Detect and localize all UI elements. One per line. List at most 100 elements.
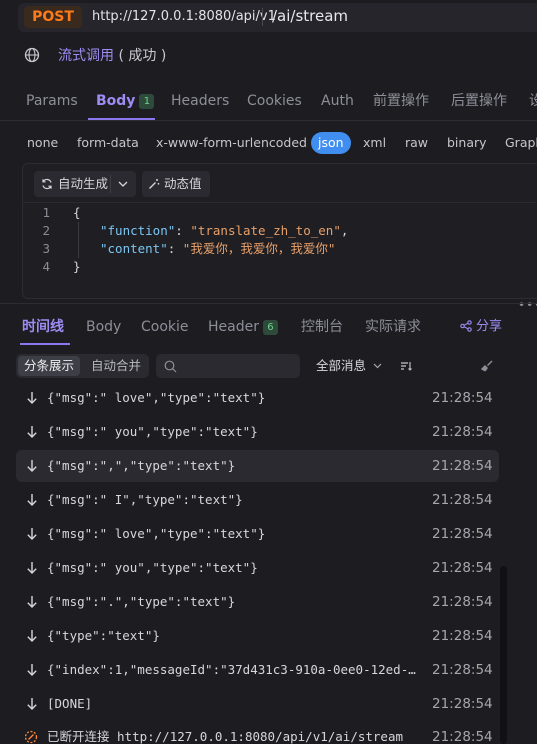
event-time: 21:28:54: [432, 628, 493, 644]
resize-handle-icon[interactable]: •••: [518, 298, 537, 312]
comma: ,: [340, 223, 349, 238]
tab-pre-processors[interactable]: 前置操作: [373, 88, 429, 114]
tab-settings[interactable]: 设: [529, 88, 537, 114]
tab-console[interactable]: 控制台: [301, 315, 343, 339]
json-value-content: "我爱你，我爱你，我爱你": [182, 241, 336, 256]
url-path-input[interactable]: /ai/stream: [272, 5, 348, 27]
timeline-event-row[interactable]: {"msg":" love","type":"text"} 21:28:54: [16, 518, 499, 550]
sort-icon[interactable]: [400, 360, 412, 372]
tab-actual-request[interactable]: 实际请求: [365, 315, 421, 339]
code-line-2[interactable]: "function": "translate_zh_to_en",: [100, 222, 348, 240]
doc-name[interactable]: 流式调用: [58, 48, 114, 64]
arrow-down-icon: [27, 562, 37, 574]
url-divider: [262, 8, 263, 26]
message-filter-label: 全部消息: [316, 358, 367, 373]
event-time: 21:28:54: [432, 729, 493, 744]
tab-response-cookie[interactable]: Cookie: [141, 315, 189, 339]
timeline-event-row[interactable]: {"msg":" love","type":"text"} 21:28:54: [16, 382, 499, 414]
close-brace: }: [73, 259, 81, 274]
body-type-xml[interactable]: xml: [363, 133, 386, 153]
tab-response-body[interactable]: Body: [86, 315, 121, 339]
line-number: 1: [42, 205, 50, 220]
timeline-event-row[interactable]: {"index":1,"messageId":"37d431c3-910a-0e…: [16, 654, 499, 686]
body-type-none[interactable]: none: [27, 133, 58, 153]
method-select[interactable]: POST: [24, 6, 82, 28]
event-time: 21:28:54: [432, 424, 493, 440]
timeline-event-row[interactable]: {"msg":" you","type":"text"} 21:28:54: [16, 416, 499, 448]
body-count-badge: 1: [139, 94, 155, 109]
event-message: {"type":"text"}: [47, 628, 160, 643]
body-type-form-data[interactable]: form-data: [77, 133, 139, 153]
arrow-down-icon: [27, 392, 37, 404]
timeline-event-row[interactable]: {"type":"text"} 21:28:54: [16, 620, 499, 652]
arrow-down-icon: [27, 664, 37, 676]
search-input[interactable]: [156, 354, 300, 378]
tab-response-header[interactable]: Header 6: [208, 315, 278, 339]
arrow-down-icon: [27, 630, 37, 642]
request-tabs: Params Body 1 Headers Cookies Auth 前置操作 后…: [0, 88, 537, 118]
event-message: {"msg":".","type":"text"}: [47, 594, 236, 609]
event-time: 21:28:54: [432, 526, 493, 542]
arrow-down-icon: [27, 494, 37, 506]
tab-body[interactable]: Body 1: [96, 88, 155, 114]
tab-auth[interactable]: Auth: [321, 88, 354, 114]
share-button[interactable]: 分享: [460, 315, 502, 339]
split-view-button[interactable]: 分条展示: [18, 356, 80, 376]
base-url[interactable]: http://127.0.0.1:8080/api/v1: [92, 7, 276, 27]
indent-guide: [78, 222, 79, 258]
timeline-event-row[interactable]: {"msg":" I","type":"text"} 21:28:54: [16, 484, 499, 516]
timeline-event-row[interactable]: [DONE] 21:28:54: [16, 688, 499, 720]
message-filter-select[interactable]: 全部消息: [316, 356, 382, 376]
broom-icon[interactable]: [480, 359, 494, 373]
code-line-3[interactable]: "content": "我爱你，我爱你，我爱你": [100, 240, 335, 258]
timeline-event-row[interactable]: {"msg":" you","type":"text"} 21:28:54: [16, 552, 499, 584]
dynamic-value-label: 动态值: [164, 176, 202, 191]
json-key-function: "function": [100, 223, 176, 238]
open-brace: {: [73, 205, 81, 220]
tab-headers[interactable]: Headers: [171, 88, 229, 114]
body-type-binary[interactable]: binary: [447, 133, 487, 153]
dynamic-value-button[interactable]: 动态值: [142, 171, 210, 197]
body-type-graphql[interactable]: Graph: [505, 133, 537, 153]
event-message: {"msg":" you","type":"text"}: [47, 560, 258, 575]
tab-response-header-label: Header: [208, 319, 259, 335]
event-message: {"msg":",","type":"text"}: [47, 458, 236, 473]
merge-view-button[interactable]: 自动合并: [86, 356, 146, 376]
arrow-down-icon: [27, 426, 37, 438]
tab-params[interactable]: Params: [26, 88, 78, 114]
search-icon: [164, 360, 177, 373]
divider: [0, 120, 537, 121]
event-message: {"msg":" I","type":"text"}: [47, 492, 243, 507]
event-message: {"msg":" love","type":"text"}: [47, 390, 266, 405]
body-type-json[interactable]: json: [311, 132, 351, 154]
colon: :: [175, 223, 191, 238]
share-icon: [460, 320, 472, 332]
tab-timeline[interactable]: 时间线: [22, 315, 64, 339]
doc-title[interactable]: 流式调用 ( 成功 ): [58, 45, 166, 67]
disconnect-row[interactable]: 已断开连接 http://127.0.0.1:8080/api/v1/ai/st…: [16, 721, 499, 744]
code-line-4[interactable]: }: [73, 258, 81, 276]
auto-generate-button[interactable]: 自动生成: [34, 171, 136, 197]
divider: [0, 303, 537, 304]
event-time: 21:28:54: [432, 696, 493, 712]
event-time: 21:28:54: [432, 662, 493, 678]
body-type-raw[interactable]: raw: [405, 133, 428, 153]
chevron-down-icon[interactable]: [118, 181, 128, 187]
event-message: [DONE]: [47, 696, 93, 711]
timeline-event-row[interactable]: {"msg":",","type":"text"} 21:28:54: [16, 450, 499, 482]
json-key-content: "content": [100, 241, 168, 256]
tab-cookies[interactable]: Cookies: [247, 88, 302, 114]
list-scrollbar[interactable]: [500, 566, 507, 744]
tab-post-processors[interactable]: 后置操作: [451, 88, 507, 114]
editor-toolbar-divider: [23, 202, 537, 203]
header-count-badge: 6: [262, 320, 278, 335]
code-line-1[interactable]: {: [73, 204, 81, 222]
body-type-urlencoded[interactable]: x-www-form-urlencoded: [156, 133, 307, 153]
json-value-function: "translate_zh_to_en": [190, 223, 341, 238]
timeline-event-row[interactable]: {"msg":".","type":"text"} 21:28:54: [16, 586, 499, 618]
active-tab-indicator: [20, 343, 70, 345]
arrow-down-icon: [27, 596, 37, 608]
event-time: 21:28:54: [432, 458, 493, 474]
refresh-icon: [42, 178, 52, 190]
arrow-down-icon: [27, 460, 37, 472]
